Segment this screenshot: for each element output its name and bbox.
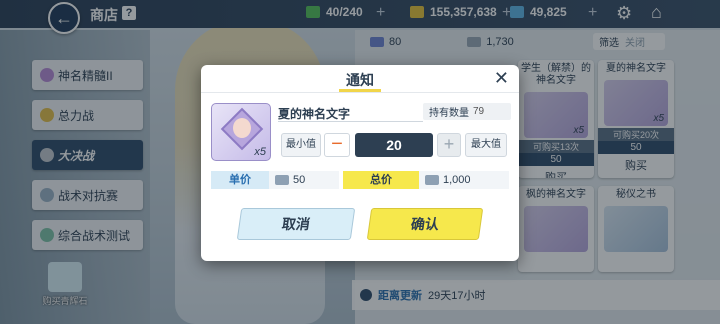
minus-button[interactable]: − (324, 133, 350, 157)
coin-icon (275, 175, 289, 185)
owned-value: 79 (473, 106, 485, 117)
total-price-row: 总价 1,000 (343, 171, 509, 189)
total-price-value: 1,000 (419, 171, 509, 189)
item-thumbnail: x5 (211, 103, 271, 161)
student-portrait (233, 118, 251, 138)
min-button[interactable]: 最小值 (281, 133, 321, 157)
unit-price-label: 单价 (211, 171, 269, 189)
total-price-amount: 1,000 (443, 174, 471, 186)
purchase-dialog: 通知 ✕ x5 夏的神名文字 持有数量 79 最小值 − 20 + 最大值 单价… (201, 65, 519, 261)
close-icon[interactable]: ✕ (494, 68, 509, 89)
cancel-button[interactable]: 取消 (236, 208, 356, 240)
plus-button[interactable]: + (437, 133, 461, 157)
confirm-button[interactable]: 确认 (366, 208, 484, 240)
item-count: x5 (254, 146, 266, 158)
divider (278, 121, 423, 122)
coin-icon (425, 175, 439, 185)
unit-price-value: 50 (269, 171, 339, 189)
item-name: 夏的神名文字 (278, 107, 351, 121)
dialog-header: 通知 ✕ (201, 65, 519, 93)
quantity-field[interactable]: 20 (355, 133, 433, 157)
title-underline (339, 89, 381, 92)
unit-price-row: 单价 50 (211, 171, 339, 189)
max-button[interactable]: 最大值 (465, 133, 507, 157)
unit-price-amount: 50 (293, 174, 306, 186)
owned-quantity: 持有数量 79 (423, 103, 511, 120)
total-price-label: 总价 (343, 171, 419, 189)
dialog-title: 通知 (346, 72, 374, 88)
owned-label: 持有数量 (429, 108, 469, 119)
